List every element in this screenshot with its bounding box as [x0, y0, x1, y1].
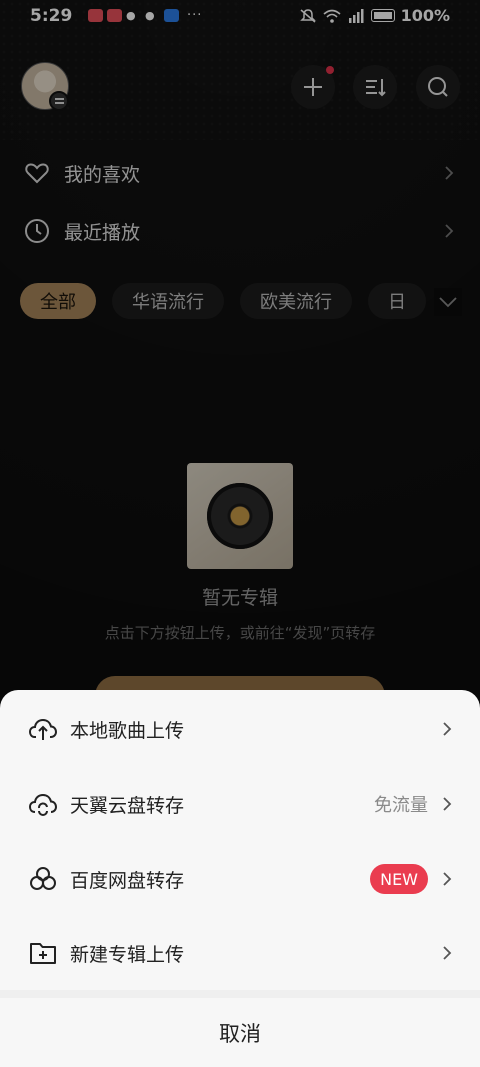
option-baidu-transfer-label: 百度网盘转存	[70, 869, 185, 892]
chevron-right-icon	[443, 872, 452, 886]
app-screen: 5:29 ● ● ··· 100% 我的喜欢 最近播放 全部 华语流行 欧美流行…	[0, 0, 480, 1067]
chevron-right-icon	[443, 797, 452, 811]
cancel-button[interactable]: 取消	[0, 998, 480, 1067]
sheet-divider	[0, 990, 480, 998]
option-local-upload-label: 本地歌曲上传	[70, 719, 185, 742]
option-baidu-transfer[interactable]: 百度网盘转存 NEW	[0, 842, 480, 916]
new-folder-icon	[30, 943, 56, 964]
chevron-right-icon	[443, 722, 452, 736]
new-badge: NEW	[370, 864, 428, 894]
cloud-sync-icon	[28, 793, 58, 816]
cloud-upload-icon	[28, 718, 58, 740]
option-local-upload[interactable]: 本地歌曲上传	[0, 692, 480, 766]
free-data-note: 免流量	[374, 795, 428, 816]
option-new-album-label: 新建专辑上传	[70, 943, 185, 966]
option-tianyi-transfer[interactable]: 天翼云盘转存 免流量	[0, 767, 480, 841]
chevron-right-icon	[443, 946, 452, 960]
upload-options-sheet: 本地歌曲上传 天翼云盘转存 免流量 百度网盘转存 NEW 新建专辑上传 取消	[0, 690, 480, 1067]
option-tianyi-transfer-label: 天翼云盘转存	[70, 794, 185, 817]
option-new-album[interactable]: 新建专辑上传	[0, 916, 480, 990]
baidu-pan-icon	[30, 867, 56, 890]
